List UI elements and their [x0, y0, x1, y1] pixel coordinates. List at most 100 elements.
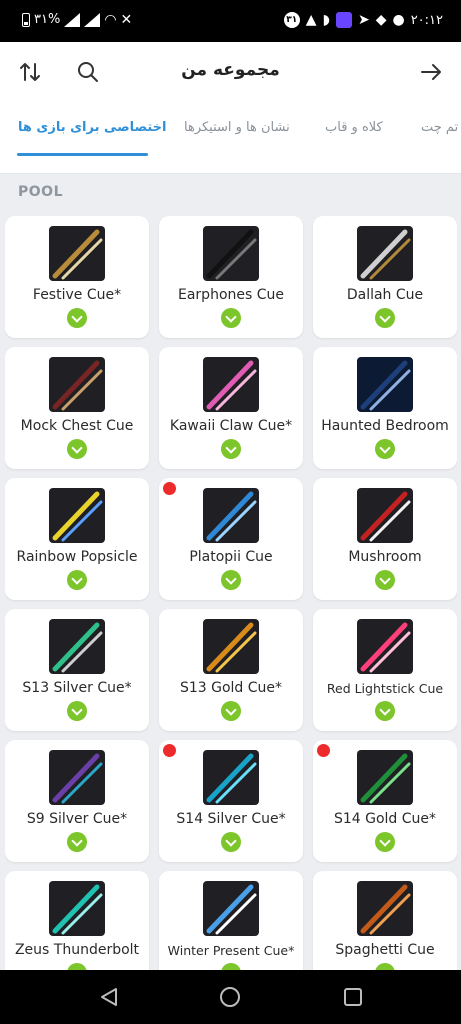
item-thumbnail	[203, 226, 259, 281]
item-card[interactable]: Winter Present Cue*	[159, 871, 303, 970]
item-name: Winter Present Cue*	[167, 943, 295, 958]
owned-check-icon	[375, 439, 395, 459]
item-thumbnail	[357, 619, 413, 674]
item-card[interactable]: Zeus Thunderbolt	[5, 871, 149, 970]
item-thumbnail	[203, 357, 259, 412]
owned-check-icon	[221, 701, 241, 721]
item-card[interactable]: Earphones Cue	[159, 216, 303, 338]
owned-check-icon	[221, 832, 241, 852]
new-badge	[163, 744, 176, 757]
item-thumbnail	[49, 619, 105, 674]
item-card[interactable]: S14 Gold Cue*	[313, 740, 457, 862]
item-card[interactable]: Mock Chest Cue	[5, 347, 149, 469]
owned-check-icon	[375, 308, 395, 328]
item-card[interactable]: Spaghetti Cue	[313, 871, 457, 970]
item-name: Festive Cue*	[32, 287, 122, 303]
item-name: Mushroom	[348, 549, 422, 565]
status-left: ۳۱% ◠ ✕	[22, 12, 132, 27]
item-name: Haunted Bedroom	[321, 418, 449, 434]
item-thumbnail	[49, 881, 105, 936]
nav-back-button[interactable]	[96, 984, 122, 1010]
item-thumbnail	[357, 881, 413, 936]
owned-check-icon	[375, 570, 395, 590]
item-card[interactable]: Platopii Cue	[159, 478, 303, 600]
owned-check-icon	[67, 308, 87, 328]
warning-icon: ▲	[305, 12, 317, 28]
item-card[interactable]: S9 Silver Cue*	[5, 740, 149, 862]
owned-check-icon	[67, 963, 87, 970]
wifi-icon: ◠	[104, 11, 117, 28]
app-notification-icon	[335, 12, 352, 28]
nav-home-button[interactable]	[217, 984, 243, 1010]
owned-check-icon	[221, 308, 241, 328]
item-name: S13 Silver Cue*	[22, 680, 132, 696]
app-header: مجموعه من	[0, 42, 461, 102]
item-card[interactable]: S14 Silver Cue*	[159, 740, 303, 862]
clock: ۲۰:۱۲	[410, 12, 443, 28]
item-name: S13 Gold Cue*	[179, 680, 283, 696]
category-tabs: اختصاصی برای بازی ها نشان ها و استیکرها …	[0, 102, 461, 174]
item-thumbnail	[357, 357, 413, 412]
item-card[interactable]: Dallah Cue	[313, 216, 457, 338]
tab-hats-frames[interactable]: کلاه و قاب	[325, 120, 383, 135]
item-thumbnail	[203, 619, 259, 674]
mute-icon: ✕	[120, 11, 133, 28]
item-thumbnail	[357, 750, 413, 805]
section-label-pool: POOL	[18, 184, 63, 200]
location-icon: ◆	[375, 12, 387, 28]
item-name: S14 Gold Cue*	[333, 811, 437, 827]
item-thumbnail	[357, 226, 413, 281]
owned-check-icon	[221, 439, 241, 459]
triangle-back-icon	[101, 988, 117, 1006]
notification-count: ۳۱	[283, 12, 300, 28]
owned-check-icon	[67, 439, 87, 459]
arrow-right-icon	[421, 64, 441, 80]
item-card[interactable]: Red Lightstick Cue	[313, 609, 457, 731]
shield-icon: ◗	[322, 12, 330, 28]
item-thumbnail	[49, 750, 105, 805]
item-grid: Festive Cue* Earphones Cue Dallah Cue Mock …	[5, 216, 457, 970]
battery-text: ۳۱%	[34, 12, 61, 27]
owned-check-icon	[67, 832, 87, 852]
tab-games[interactable]: اختصاصی برای بازی ها	[18, 120, 167, 135]
item-name: Red Lightstick Cue	[326, 681, 444, 696]
back-button[interactable]	[415, 56, 447, 88]
tab-chat-theme[interactable]: تم چت	[421, 120, 458, 135]
item-card[interactable]: Festive Cue*	[5, 216, 149, 338]
battery-icon	[22, 12, 30, 27]
new-badge	[317, 744, 330, 757]
owned-check-icon	[375, 963, 395, 970]
navigation-bar	[0, 970, 461, 1024]
item-thumbnail	[203, 881, 259, 936]
item-thumbnail	[49, 226, 105, 281]
owned-check-icon	[67, 701, 87, 721]
item-thumbnail	[203, 750, 259, 805]
owned-check-icon	[375, 701, 395, 721]
item-thumbnail	[203, 488, 259, 543]
item-name: S14 Silver Cue*	[176, 811, 286, 827]
item-thumbnail	[357, 488, 413, 543]
owned-check-icon	[67, 570, 87, 590]
item-card[interactable]: Rainbow Popsicle	[5, 478, 149, 600]
item-card[interactable]: Mushroom	[313, 478, 457, 600]
nav-recents-button[interactable]	[340, 984, 366, 1010]
telegram-icon: ➤	[357, 12, 370, 28]
item-thumbnail	[49, 357, 105, 412]
owned-check-icon	[221, 963, 241, 970]
item-name: Zeus Thunderbolt	[14, 942, 140, 958]
chat-icon: ●	[392, 12, 405, 28]
item-name: Earphones Cue	[178, 287, 284, 303]
circle-home-icon	[220, 987, 240, 1007]
item-name: Dallah Cue	[346, 287, 424, 303]
tab-badges-stickers[interactable]: نشان ها و استیکرها	[184, 120, 290, 135]
active-tab-indicator	[17, 153, 148, 156]
item-card[interactable]: S13 Gold Cue*	[159, 609, 303, 731]
page-title: مجموعه من	[181, 60, 280, 80]
item-name: Mock Chest Cue	[20, 418, 134, 434]
item-card[interactable]: S13 Silver Cue*	[5, 609, 149, 731]
item-card[interactable]: Haunted Bedroom	[313, 347, 457, 469]
item-name: Spaghetti Cue	[335, 942, 435, 958]
item-name: Kawaii Claw Cue*	[169, 418, 293, 434]
item-card[interactable]: Kawaii Claw Cue*	[159, 347, 303, 469]
item-name: Platopii Cue	[189, 549, 273, 565]
